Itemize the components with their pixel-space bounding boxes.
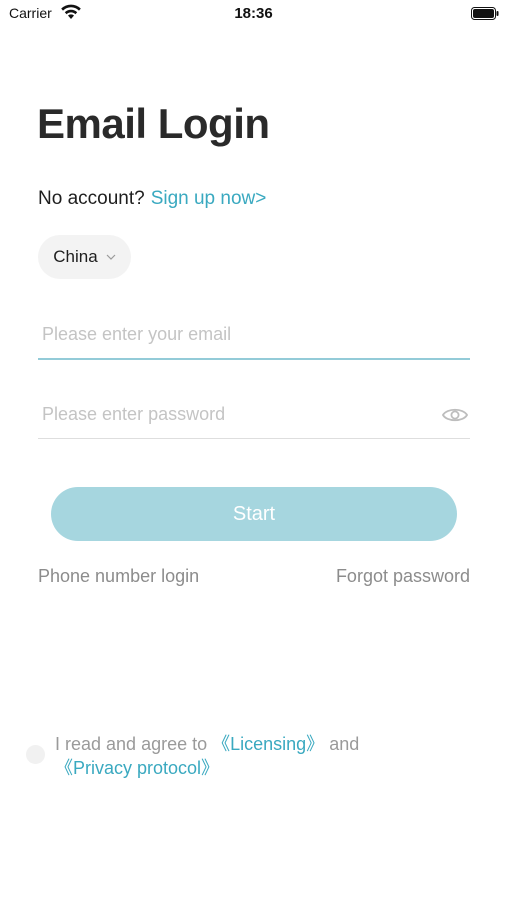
agreement-and: and: [324, 734, 360, 754]
country-label: China: [53, 247, 98, 266]
signup-link[interactable]: Sign up now>: [151, 188, 267, 209]
agreement-prefix: I read and agree to: [55, 734, 213, 754]
phone-login-link[interactable]: Phone number login: [38, 566, 199, 587]
email-field-wrapper: [38, 310, 470, 360]
privacy-link[interactable]: 《Privacy protocol》: [55, 758, 219, 778]
eye-icon[interactable]: [442, 406, 468, 424]
forgot-password-link[interactable]: Forgot password: [336, 566, 470, 587]
status-bar: Carrier 18:36: [0, 0, 507, 28]
start-button[interactable]: Start: [51, 487, 457, 541]
agreement-text: I read and agree to 《Licensing》 and 《Pri…: [55, 732, 475, 780]
password-field[interactable]: [38, 390, 470, 438]
country-selector[interactable]: China: [38, 235, 131, 279]
battery-icon: [471, 7, 499, 20]
signup-row: No account? Sign up now>: [38, 188, 266, 210]
page-title: Email Login: [37, 100, 270, 147]
clock: 18:36: [234, 5, 273, 22]
agreement-checkbox[interactable]: [26, 745, 45, 764]
signup-prompt: No account?: [38, 188, 145, 209]
password-field-wrapper: [38, 390, 470, 439]
licensing-link[interactable]: 《Licensing》: [212, 734, 324, 754]
chevron-down-icon: [106, 254, 116, 260]
email-field[interactable]: [38, 310, 470, 358]
